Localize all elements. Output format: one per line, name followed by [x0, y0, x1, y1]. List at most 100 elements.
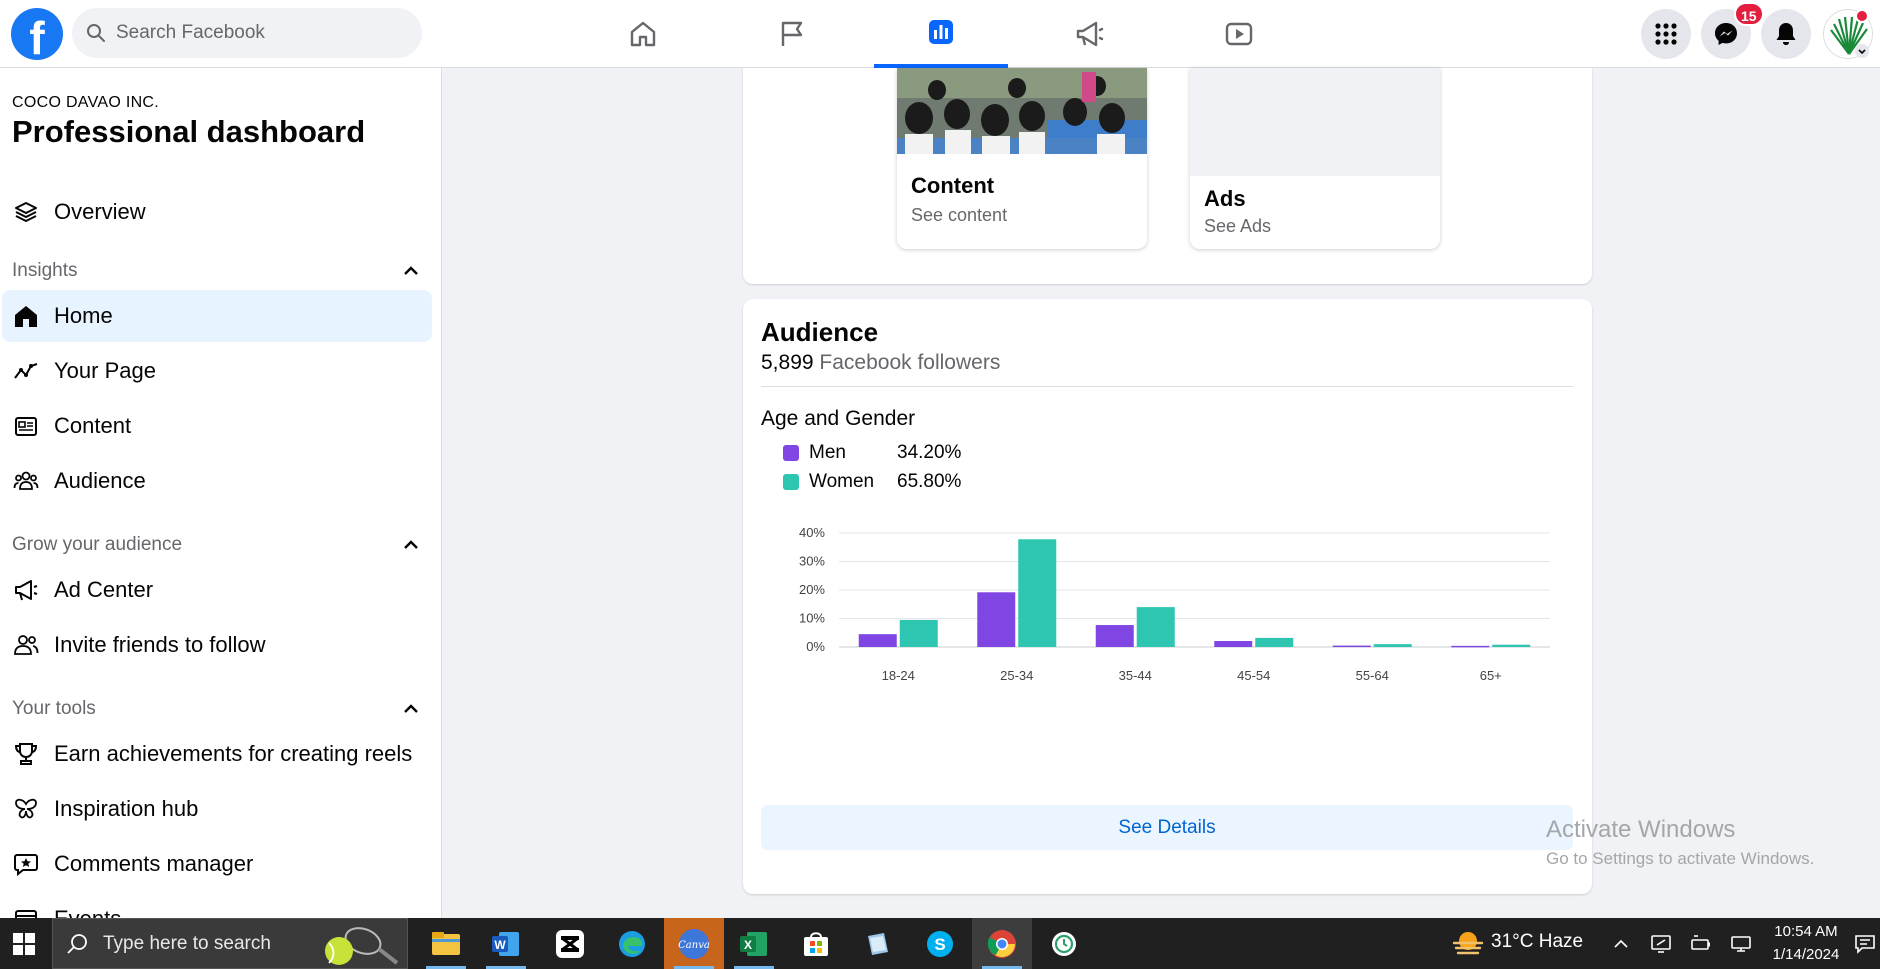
- taskbar-excel[interactable]: X: [724, 918, 784, 969]
- trophy-icon: [12, 740, 40, 768]
- chevron-up-icon[interactable]: [402, 536, 420, 554]
- tab-professional-dashboard[interactable]: [874, 0, 1008, 68]
- sidebar-item-earn-achievements[interactable]: Earn achievements for creating reels: [2, 728, 432, 780]
- windows-logo-icon: [13, 932, 35, 955]
- sidebar-item-label: Home: [54, 303, 113, 328]
- taskbar-date[interactable]: 1/14/2024: [1762, 946, 1850, 963]
- taskbar-search-placeholder: Type here to search: [103, 933, 271, 954]
- weather-haze-icon: [1452, 932, 1484, 955]
- tab-home[interactable]: [576, 0, 710, 68]
- search-icon: [87, 24, 105, 42]
- avatar-status-dot: [1855, 9, 1869, 23]
- insights-chart-icon: [929, 20, 953, 44]
- invite-icon: [12, 631, 40, 659]
- taskbar-skype[interactable]: S: [910, 918, 970, 969]
- butterfly-icon: [12, 795, 40, 823]
- store-icon: [804, 931, 828, 956]
- search-icon: [67, 934, 87, 954]
- network-icon: [1731, 935, 1751, 952]
- sidebar-item-audience[interactable]: Audience: [2, 455, 432, 507]
- people-icon: [12, 467, 40, 495]
- bar-men-25-34: [977, 592, 1016, 647]
- y-tick-label: 20%: [799, 582, 825, 597]
- tray-battery-button[interactable]: [1682, 918, 1720, 969]
- taskbar-edge[interactable]: [602, 918, 662, 969]
- sidebar-item-inspiration-hub[interactable]: Inspiration hub: [2, 783, 432, 835]
- sidebar-item-label: Overview: [54, 199, 146, 224]
- taskbar-chrome[interactable]: [972, 918, 1032, 969]
- sidebar-item-comments-manager[interactable]: Comments manager: [2, 838, 432, 890]
- legend-share: 34.20%: [897, 442, 962, 463]
- legend-swatch: [783, 474, 799, 490]
- clock-app-icon: [1052, 931, 1076, 956]
- taskbar-notes[interactable]: [848, 918, 908, 969]
- sidebar-item-ad-center[interactable]: Ad Center: [2, 564, 432, 616]
- taskbar-search[interactable]: Type here to search: [52, 918, 408, 969]
- notifications-button[interactable]: [1761, 9, 1811, 59]
- audience-title: Audience: [761, 317, 879, 347]
- notes-icon: [868, 932, 888, 955]
- taskbar-time[interactable]: 10:54 AM: [1768, 923, 1844, 940]
- facebook-logo-icon[interactable]: f: [11, 8, 63, 60]
- section-insights-heading: Insights: [12, 260, 78, 281]
- home-icon: [12, 302, 40, 330]
- legend-swatch: [783, 445, 799, 461]
- sidebar-item-content[interactable]: Content: [2, 400, 432, 452]
- svg-text:Canva: Canva: [678, 940, 710, 951]
- legend-men: Men 34.20%: [783, 441, 961, 465]
- word-icon: W: [492, 931, 519, 956]
- search-input[interactable]: [116, 8, 406, 58]
- sidebar-item-label: Inspiration hub: [54, 796, 199, 821]
- account-chevron-icon[interactable]: [1855, 44, 1869, 58]
- content-card[interactable]: Content See content: [897, 68, 1147, 249]
- sidebar-item-overview[interactable]: Overview: [2, 186, 432, 238]
- ads-card[interactable]: Ads See Ads: [1190, 68, 1440, 249]
- tennis-racket-icon: [325, 927, 399, 965]
- sidebar-item-events[interactable]: Events: [2, 893, 432, 918]
- bar-women-35-44: [1136, 607, 1175, 647]
- sidebar-item-your-page[interactable]: Your Page: [2, 345, 432, 397]
- weather-text[interactable]: 31°C Haze: [1491, 931, 1583, 953]
- flag-icon: [781, 21, 803, 46]
- chrome-icon: [987, 929, 1016, 958]
- start-button[interactable]: [0, 918, 48, 969]
- tray-overflow-button[interactable]: [1602, 918, 1640, 969]
- taskbar-store[interactable]: [786, 918, 846, 969]
- activate-windows-title: Activate Windows: [1546, 816, 1736, 843]
- svg-text:X: X: [744, 938, 752, 952]
- taskbar-clock-app[interactable]: [1034, 918, 1094, 969]
- ads-card-subtitle: See Ads: [1204, 216, 1272, 236]
- tray-display-button[interactable]: [1642, 918, 1680, 969]
- x-tick-label: 55-64: [1356, 668, 1389, 683]
- trend-icon: [12, 357, 40, 385]
- messenger-badge: 15: [1734, 2, 1764, 26]
- legend-label: Men: [809, 442, 846, 463]
- sidebar-item-invite-friends[interactable]: Invite friends to follow: [2, 619, 432, 671]
- taskbar-word[interactable]: W: [476, 918, 536, 969]
- skype-icon: S: [927, 930, 953, 957]
- sidebar-item-label: Invite friends to follow: [54, 632, 266, 657]
- display-icon: [1651, 934, 1671, 953]
- chevron-up-icon[interactable]: [402, 700, 420, 718]
- follower-label: Facebook followers: [819, 351, 1001, 374]
- sidebar-item-home[interactable]: Home: [2, 290, 432, 342]
- chevron-up-icon[interactable]: [402, 262, 420, 280]
- tab-ads[interactable]: [1023, 0, 1157, 68]
- sidebar-item-label: Ad Center: [54, 577, 154, 602]
- tab-pages[interactable]: [725, 0, 859, 68]
- search-box[interactable]: [72, 8, 422, 58]
- taskbar-capcut[interactable]: [540, 918, 600, 969]
- taskbar-file-explorer[interactable]: [416, 918, 476, 969]
- svg-text:W: W: [494, 938, 506, 952]
- capcut-icon: [556, 929, 584, 958]
- tab-video[interactable]: [1172, 0, 1306, 68]
- tray-network-button[interactable]: [1722, 918, 1760, 969]
- notification-center-icon: [1855, 934, 1875, 954]
- messenger-icon: [1715, 23, 1737, 45]
- menu-button[interactable]: [1641, 9, 1691, 59]
- bar-women-65+: [1492, 644, 1531, 647]
- taskbar-canva[interactable]: Canva: [664, 918, 724, 969]
- x-tick-label: 25-34: [1000, 668, 1033, 683]
- action-center-button[interactable]: [1850, 918, 1880, 969]
- see-details-button[interactable]: See Details: [761, 805, 1573, 850]
